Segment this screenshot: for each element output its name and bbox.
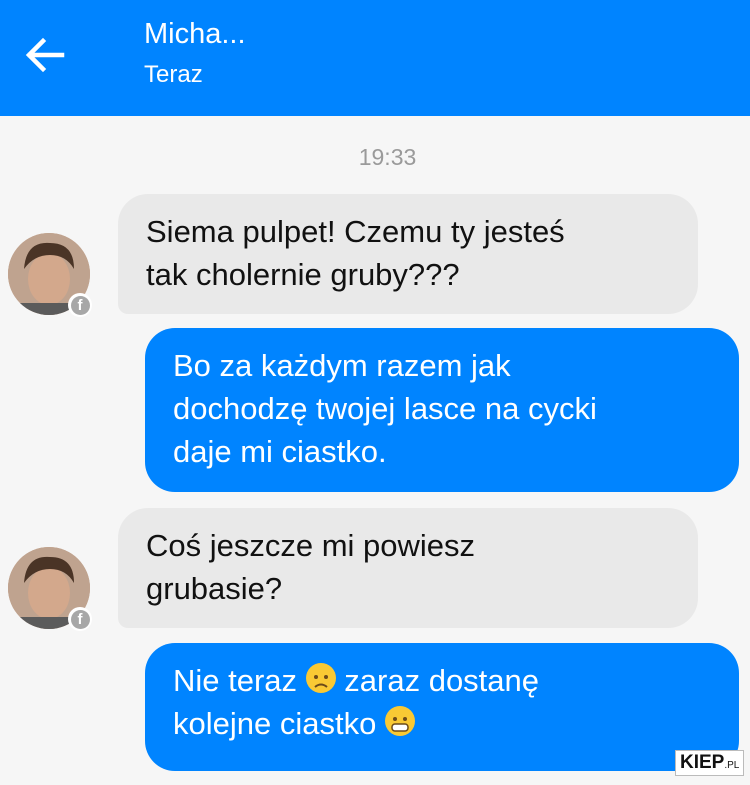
- message-bubble-incoming[interactable]: Coś jeszcze mi powiesz grubasie?: [118, 508, 698, 628]
- contact-avatar[interactable]: f: [8, 547, 92, 631]
- facebook-badge-icon: f: [68, 293, 92, 317]
- message-text: Nie teraz: [173, 663, 306, 698]
- message-bubble-outgoing[interactable]: Nie teraz zaraz dostanę kolejne ciastko: [145, 643, 739, 771]
- message-bubble-incoming[interactable]: Siema pulpet! Czemu ty jesteś tak choler…: [118, 194, 698, 314]
- active-status: Teraz: [144, 61, 203, 88]
- disappointed-face-emoji: [305, 663, 336, 693]
- message-timestamp: 19:33: [358, 144, 417, 170]
- conversation-header: Micha... Teraz: [0, 0, 750, 116]
- facebook-badge-icon: f: [68, 607, 92, 631]
- message-bubble-outgoing[interactable]: Bo za każdym razem jak dochodzę twojej l…: [145, 328, 739, 492]
- watermark-main: KIEP: [680, 752, 725, 773]
- arrow-left-icon: [25, 37, 65, 73]
- watermark-suffix: .PL: [724, 760, 740, 771]
- back-button[interactable]: [22, 32, 68, 78]
- contact-name[interactable]: Micha...: [144, 17, 246, 51]
- grinning-face-emoji: [384, 706, 415, 736]
- site-watermark: KIEP.PL: [675, 750, 745, 776]
- contact-avatar[interactable]: f: [8, 233, 92, 317]
